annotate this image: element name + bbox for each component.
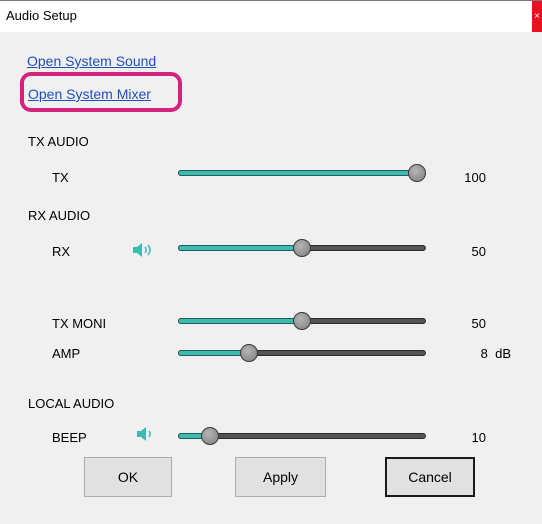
local-audio-heading: LOCAL AUDIO: [28, 396, 115, 411]
amp-slider[interactable]: [178, 344, 426, 362]
slider-thumb[interactable]: [240, 344, 259, 362]
tx-label: TX: [52, 170, 69, 185]
rx-slider[interactable]: [178, 239, 426, 257]
cancel-button[interactable]: Cancel: [385, 457, 475, 497]
speaker-icon[interactable]: [137, 427, 157, 441]
tx-value: 100: [464, 170, 486, 185]
amp-value: 8 dB: [480, 346, 511, 361]
rx-value: 50: [471, 244, 486, 259]
slider-thumb[interactable]: [201, 427, 219, 445]
beep-value: 10: [471, 430, 486, 445]
slider-fill: [178, 245, 302, 251]
speaker-icon[interactable]: [133, 243, 153, 257]
slider-fill: [178, 350, 250, 356]
slider-fill: [178, 318, 302, 324]
beep-slider[interactable]: [178, 427, 426, 445]
rx-audio-heading: RX AUDIO: [28, 208, 91, 223]
slider-thumb[interactable]: [293, 239, 311, 257]
tx-slider[interactable]: [178, 164, 426, 182]
title-bar: Audio Setup ×: [0, 0, 542, 32]
amp-label: AMP: [52, 346, 81, 361]
tx-audio-heading: TX AUDIO: [28, 134, 89, 149]
beep-label: BEEP: [52, 430, 87, 445]
apply-button[interactable]: Apply: [235, 457, 326, 497]
close-button[interactable]: ×: [532, 1, 542, 32]
ok-button[interactable]: OK: [84, 457, 172, 497]
slider-thumb[interactable]: [293, 312, 311, 330]
tx-moni-label: TX MONI: [52, 316, 107, 331]
rx-label: RX: [52, 244, 71, 259]
window-title: Audio Setup: [6, 8, 77, 23]
slider-thumb[interactable]: [408, 164, 426, 182]
slider-fill: [178, 170, 417, 176]
tx-moni-slider[interactable]: [178, 312, 426, 330]
tx-moni-value: 50: [471, 316, 486, 331]
highlight-box: [20, 72, 182, 112]
open-system-sound-link[interactable]: Open System Sound: [27, 53, 156, 69]
